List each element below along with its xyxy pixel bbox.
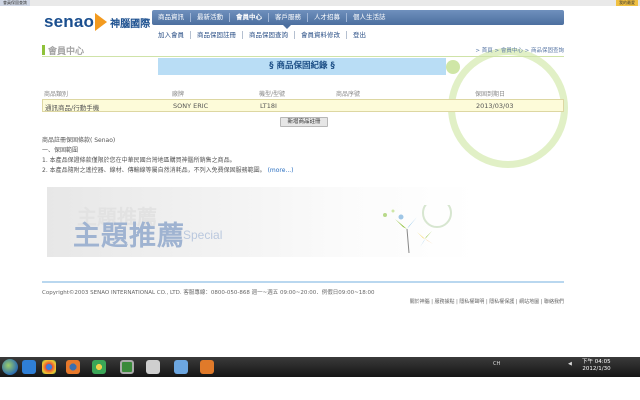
footer-links[interactable]: 關於神腦 | 服務據點 | 隱私權聲明 | 隱私權保護 | 網站地圖 | 聯絡我… — [410, 298, 564, 305]
page-title: 會員中心 — [48, 47, 85, 57]
subnav-warranty-query[interactable]: 商品保固查詢 — [243, 31, 295, 39]
sub-navigation: 加入會員 商品保固註冊 商品保固查詢 會員資料修改 登出 — [152, 29, 372, 41]
warranty-item-1: 1. 本產品保證條款僅限於您在中華民國台灣地區購買神腦所銷售之商品。 — [42, 157, 236, 164]
feature-subtitle: Special — [183, 228, 223, 242]
breadcrumb[interactable]: > 首頁 > 會員中心 > 商品保固查詢 — [475, 46, 564, 54]
page: 會員保固查詢 我的最愛 senao 神腦國際 商品資訊 最新活動 會員中心 客戶… — [0, 0, 640, 400]
subnav-join[interactable]: 加入會員 — [152, 31, 191, 39]
favorites-button[interactable]: 我的最愛 — [616, 0, 638, 6]
cell-category: 通訊商品/行動手機 — [45, 104, 100, 112]
nav-item-events[interactable]: 最新活動 — [191, 13, 230, 22]
warranty-subheading: 一、保固範圍 — [42, 147, 79, 154]
header-brand: 廠牌 — [172, 91, 185, 98]
section-title: § 商品保固紀錄 § — [158, 58, 446, 75]
table-row[interactable]: 通訊商品/行動手機 SONY ERIC LT18I 2013/03/03 — [42, 99, 564, 112]
browser-tab-title[interactable]: 會員保固查詢 — [0, 0, 30, 6]
featured-banner[interactable]: 主題推薦 主題推薦 Special — [47, 187, 477, 257]
senao-logo[interactable]: senao 神腦國際 — [44, 12, 150, 32]
warranty-heading: 商品註冊保固條款( Senao) — [42, 137, 116, 144]
app-icon-network[interactable] — [174, 360, 188, 374]
start-button[interactable] — [2, 359, 18, 375]
app-icon-window[interactable] — [120, 360, 134, 374]
warranty-item-2-line: 2. 本產品隨附之遙控器、線材、傳輸線等屬自然消耗品，不列入免費保固服務範圍。 … — [42, 166, 462, 176]
clock-time: 下午 04:05 — [582, 359, 611, 365]
nav-item-customer-service[interactable]: 客戶服務 — [269, 13, 308, 22]
nav-item-products[interactable]: 商品資訊 — [152, 13, 191, 22]
cell-model: LT18I — [260, 102, 277, 110]
windows-taskbar: CH ◀ — [0, 357, 640, 377]
header-category: 商品類別 — [44, 91, 69, 98]
chrome-icon[interactable] — [42, 360, 56, 374]
app-icon-paint[interactable] — [146, 360, 160, 374]
nav-item-careers[interactable]: 人才招募 — [308, 13, 347, 22]
firefox-icon[interactable] — [66, 360, 80, 374]
subnav-warranty-register[interactable]: 商品保固註冊 — [191, 31, 243, 39]
warranty-terms: 商品註冊保固條款( Senao) 一、保固範圍 1. 本產品保證條款僅限於您在中… — [42, 136, 462, 176]
footer-copyright: Copyright©2003 SENAO INTERNATIONAL CO., … — [42, 290, 375, 296]
top-navigation: 商品資訊 最新活動 會員中心 客戶服務 人才招募 個人生活誌 — [152, 10, 564, 25]
app-icon-green[interactable] — [92, 360, 106, 374]
warranty-item-2: 2. 本產品隨附之遙控器、線材、傳輸線等屬自然消耗品，不列入免費保固服務範圍。 — [42, 167, 266, 174]
cell-expiry: 2013/03/03 — [476, 102, 514, 110]
page-title-marker — [42, 45, 45, 55]
footer-divider — [42, 281, 564, 283]
subnav-edit-profile[interactable]: 會員資料修改 — [295, 31, 347, 39]
volume-icon[interactable]: ◀ — [568, 361, 572, 367]
subnav-logout[interactable]: 登出 — [347, 31, 372, 39]
more-link[interactable]: (more...) — [268, 167, 294, 174]
ime-indicator[interactable]: CH — [493, 361, 500, 367]
app-icon-media[interactable] — [200, 360, 214, 374]
decorative-dot — [446, 60, 460, 74]
pinwheel-icon — [383, 205, 452, 254]
clock-date: 2012/1/30 — [582, 366, 611, 372]
cell-brand: SONY ERIC — [173, 102, 209, 110]
header-model: 機型/型號 — [259, 91, 286, 98]
add-product-register-button[interactable]: 新增商品註冊 — [280, 117, 328, 127]
ie-icon[interactable] — [22, 360, 36, 374]
logo-brand-text: senao — [44, 12, 95, 31]
logo-chinese-text: 神腦國際 — [110, 18, 151, 30]
logo-arrow-icon — [95, 13, 108, 31]
header-expiry: 保固到期日 — [475, 91, 506, 98]
table-header: 商品類別 廠牌 機型/型號 商品序號 保固到期日 — [42, 88, 564, 98]
header-serial: 商品序號 — [336, 91, 361, 98]
feature-title: 主題推薦 — [73, 221, 185, 252]
nav-item-lifestyle[interactable]: 個人生活誌 — [347, 13, 392, 22]
browser-top-strip: 會員保固查詢 我的最愛 — [0, 0, 640, 6]
system-clock[interactable]: 下午 04:05 2012/1/30 — [582, 359, 611, 373]
page-header: 會員中心 > 首頁 > 會員中心 > 商品保固查詢 — [42, 43, 564, 57]
nav-item-member-center[interactable]: 會員中心 — [230, 13, 269, 22]
